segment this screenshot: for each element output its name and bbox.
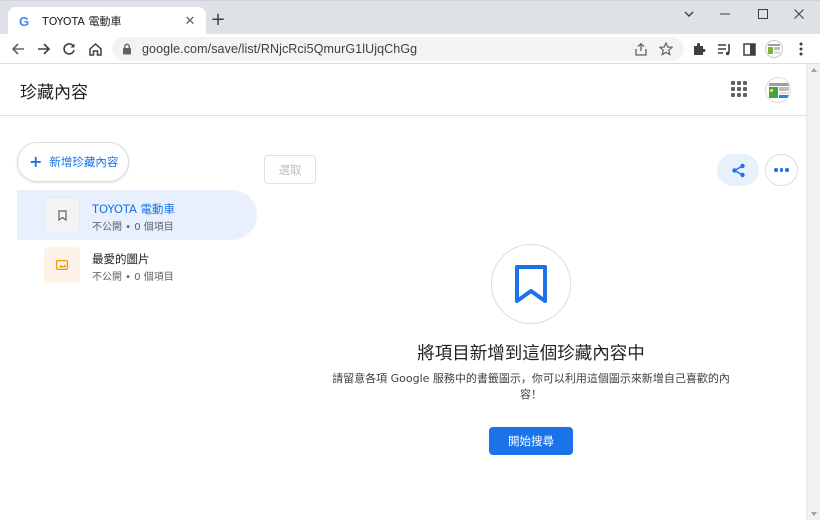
new-collection-label: 新增珍藏內容 xyxy=(49,155,119,169)
bookmark-icon xyxy=(44,197,80,233)
page-scrollbar[interactable] xyxy=(806,64,820,520)
home-icon[interactable] xyxy=(85,39,105,59)
side-panel-icon[interactable] xyxy=(739,39,759,59)
share-icon xyxy=(731,163,745,177)
collection-item-toyota[interactable]: TOYOTA 電動車 不公開 • 0 個項目 xyxy=(17,190,257,240)
saved-collections-page: 珍藏內容 + 新增珍藏內容 TOYOTA 電動車 不公開 • 0 個項目 最愛的… xyxy=(0,64,806,520)
empty-state-description: 請留意各項 Google 服務中的書籤圖示，你可以利用這個圖示來新增自己喜歡的內… xyxy=(332,372,730,401)
forward-icon[interactable] xyxy=(34,39,54,59)
share-page-icon[interactable] xyxy=(632,41,650,57)
page-title: 珍藏內容 xyxy=(20,83,88,103)
extensions-icon[interactable] xyxy=(689,39,709,59)
tab-strip: G TOYOTA 電動車 ✕ + xyxy=(0,0,820,35)
image-icon xyxy=(44,247,80,283)
google-favicon-icon: G xyxy=(18,13,30,29)
empty-bookmark-icon xyxy=(491,244,571,324)
collection-name: 最愛的圖片 xyxy=(92,252,150,266)
profile-avatar-icon[interactable] xyxy=(764,39,784,59)
select-button[interactable]: 選取 xyxy=(264,155,316,184)
collection-meta: 不公開 • 0 個項目 xyxy=(92,222,174,233)
bookmark-star-icon[interactable] xyxy=(657,41,675,57)
share-collection-button[interactable] xyxy=(717,154,759,186)
new-collection-button[interactable]: + 新增珍藏內容 xyxy=(17,142,129,182)
tab-title: TOYOTA 電動車 xyxy=(42,15,122,28)
tab-close-icon[interactable]: ✕ xyxy=(182,14,198,29)
plus-icon: + xyxy=(29,152,43,171)
browser-tab[interactable]: G TOYOTA 電動車 ✕ xyxy=(8,7,206,35)
scroll-down-icon[interactable] xyxy=(811,512,817,516)
address-bar[interactable]: google.com/save/list/RNjcRci5QmurG1lUjqC… xyxy=(112,37,684,61)
menu-icon[interactable] xyxy=(791,39,811,59)
empty-state-title: 將項目新增到這個珍藏內容中 xyxy=(417,344,645,364)
minimize-icon[interactable] xyxy=(712,5,738,23)
collection-meta: 不公開 • 0 個項目 xyxy=(92,272,174,283)
google-apps-icon[interactable] xyxy=(731,81,747,97)
browser-toolbar: google.com/save/list/RNjcRci5QmurG1lUjqC… xyxy=(0,34,820,64)
app-header: 珍藏內容 xyxy=(0,64,806,116)
back-icon[interactable] xyxy=(8,39,28,59)
close-window-icon[interactable] xyxy=(786,5,812,23)
scroll-up-icon[interactable] xyxy=(811,68,817,72)
more-options-button[interactable] xyxy=(765,154,798,186)
collection-name: TOYOTA 電動車 xyxy=(92,202,176,216)
collection-item-favorite-images[interactable]: 最愛的圖片 不公開 • 0 個項目 xyxy=(17,240,257,290)
start-search-button[interactable]: 開始搜尋 xyxy=(489,427,573,455)
tab-list-icon[interactable] xyxy=(676,5,702,23)
new-tab-button[interactable]: + xyxy=(208,10,228,30)
reading-list-icon[interactable] xyxy=(714,39,734,59)
reload-icon[interactable] xyxy=(59,39,79,59)
account-avatar[interactable] xyxy=(765,77,791,103)
maximize-icon[interactable] xyxy=(750,5,776,23)
url-text[interactable]: google.com/save/list/RNjcRci5QmurG1lUjqC… xyxy=(142,42,417,56)
lock-icon[interactable] xyxy=(122,40,132,59)
